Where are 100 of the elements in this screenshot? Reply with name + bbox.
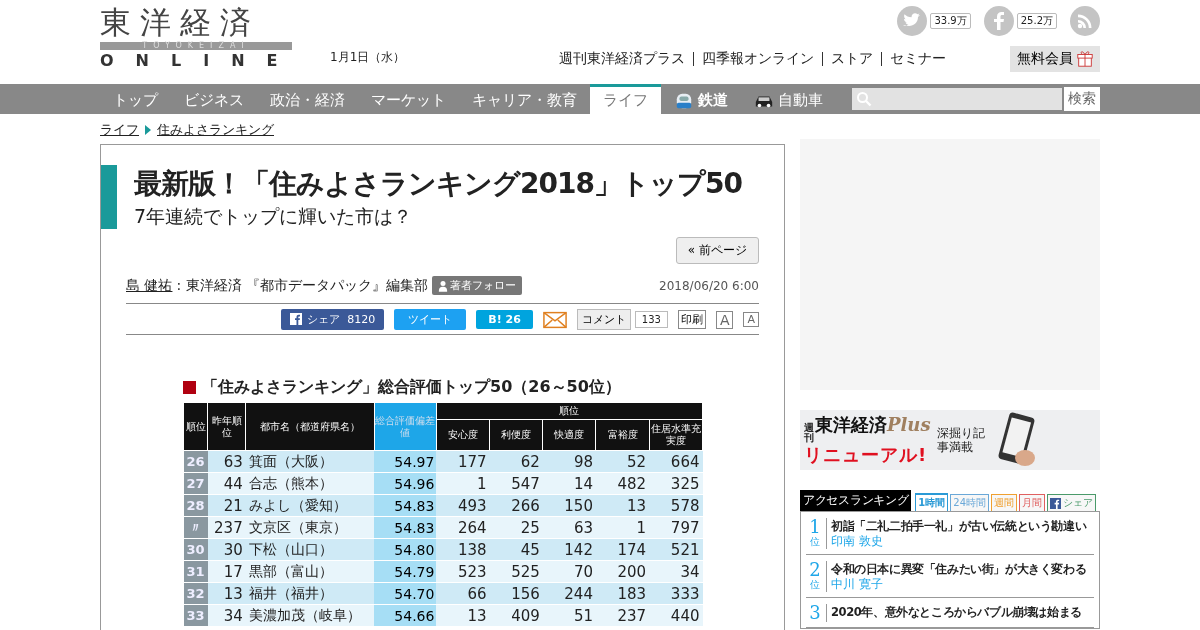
facebook-share-button[interactable]: シェア 8120 <box>281 309 385 330</box>
ranking-tab[interactable]: 1時間 <box>915 493 949 511</box>
train-icon <box>674 91 694 110</box>
site-logo[interactable]: 東洋経済 TOYOKEIZAI ONLINE <box>100 4 292 84</box>
nav-tab[interactable]: 鉄道 <box>661 84 741 114</box>
table-cell: 797 <box>649 516 703 539</box>
column-header: 順位 <box>183 402 208 451</box>
current-date: 1月1日（水） <box>330 49 406 66</box>
facebook-icon[interactable] <box>983 6 1014 36</box>
nav-tab[interactable]: マーケット <box>358 84 459 114</box>
follow-button[interactable]: 著者フォロー <box>432 276 523 295</box>
article-title: 最新版！「住みよさランキング2018」トップ50 <box>134 166 742 202</box>
column-header: 富裕度 <box>595 419 650 451</box>
table-cell: 30 <box>183 538 208 561</box>
table-cell: 578 <box>649 494 703 517</box>
search-button[interactable]: 検索 <box>1064 87 1100 111</box>
search-icon <box>856 91 872 107</box>
table-cell: 1 <box>436 472 490 495</box>
table-cell: 27 <box>183 472 208 495</box>
person-icon <box>438 279 449 292</box>
table-cell: 440 <box>649 604 703 627</box>
nav-tab[interactable]: トップ <box>100 84 171 114</box>
column-header: 都市名（都道府県名） <box>245 402 375 451</box>
rank-number: 2 位 <box>806 561 827 592</box>
comment-count: 133 <box>634 311 668 328</box>
previous-page-button[interactable]: « 前ページ <box>675 237 759 264</box>
ranking-title: アクセスランキング <box>800 490 912 511</box>
square-icon <box>183 381 196 394</box>
author-affiliation: : 東洋経済 『都市データパック』編集部 <box>176 276 429 295</box>
table-cell: 523 <box>436 560 490 583</box>
column-header: 総合評価偏差値 <box>374 402 437 451</box>
table-cell: 54.96 <box>374 472 437 495</box>
table-cell: 177 <box>436 450 490 473</box>
facebook-icon <box>1050 497 1061 509</box>
ranking-article-link[interactable]: 2020年、意外なところからバブル崩壊は始まる <box>831 604 1082 620</box>
font-size-button[interactable]: A <box>715 310 734 329</box>
ranking-tab[interactable]: シェア <box>1047 494 1096 511</box>
column-header: 昨年順位 <box>207 402 246 451</box>
header-link[interactable]: 週刊東洋経済プラス <box>551 50 693 68</box>
rank-number: 3 <box>806 604 827 622</box>
article-subtitle: 7年連続でトップに輝いた市は？ <box>134 204 414 229</box>
table-cell: 66 <box>436 582 490 605</box>
table-cell: 31 <box>183 560 208 583</box>
facebook-icon <box>290 313 303 325</box>
author-link[interactable]: 島 健祐 <box>126 276 173 295</box>
ranking-article-link[interactable]: 令和の日本に異変「住みたい街」が大きく変わる <box>831 561 1087 577</box>
publish-date: 2018/06/20 6:00 <box>659 278 759 293</box>
table-cell: 493 <box>436 494 490 517</box>
table-cell: 264 <box>436 516 490 539</box>
search-field[interactable] <box>852 88 1062 110</box>
header-link[interactable]: セミナー <box>882 50 954 68</box>
ranking-tab[interactable]: 月間 <box>1019 494 1045 511</box>
column-header: 利便度 <box>489 419 543 451</box>
column-header: 快適度 <box>542 419 596 451</box>
accent-bar <box>101 165 117 229</box>
nav-tab[interactable]: ライフ <box>590 84 661 114</box>
table-cell: 664 <box>649 450 703 473</box>
font-size-button[interactable]: A <box>743 312 759 327</box>
nav-tab[interactable]: ビジネス <box>171 84 257 114</box>
table-cell: 521 <box>649 538 703 561</box>
table-cell: 325 <box>649 472 703 495</box>
bird-icon[interactable] <box>897 6 928 36</box>
table-cell: 54.70 <box>374 582 437 605</box>
table-cell: 28 <box>183 494 208 517</box>
rank-number: 1 位 <box>806 518 827 549</box>
table-cell: 54.80 <box>374 538 437 561</box>
table-cell: 333 <box>649 582 703 605</box>
figure-title: 「住みよさランキング」総合評価トップ50（26～50位） <box>202 377 621 398</box>
table-cell: 54.97 <box>374 450 437 473</box>
arrow-icon <box>145 125 151 135</box>
ranking-article-link[interactable]: 初詣「二礼二拍手一礼」が古い伝統という勘違い <box>831 518 1087 534</box>
header-link[interactable]: ストア <box>823 50 881 68</box>
column-header: 住居水準充実度 <box>649 419 703 451</box>
member-button[interactable]: 無料会員 <box>1010 46 1100 72</box>
table-cell: 13 <box>436 604 490 627</box>
comment-button[interactable]: コメント <box>576 309 631 330</box>
table-cell: 〃 <box>183 516 208 539</box>
table-cell: 33 <box>183 604 208 627</box>
table-cell: 54.79 <box>374 560 437 583</box>
table-cell: 54.66 <box>374 604 437 627</box>
table-cell: 32 <box>183 582 208 605</box>
follower-count: 25.2万 <box>1016 13 1057 29</box>
nav-tab[interactable]: 政治・経済 <box>257 84 358 114</box>
nav-tab[interactable]: 自動車 <box>741 84 836 114</box>
nav-tab[interactable]: キャリア・教育 <box>459 84 590 114</box>
breadcrumb-link[interactable]: 住みよさランキング <box>157 121 274 139</box>
breadcrumb-link[interactable]: ライフ <box>100 121 139 139</box>
table-cell: 26 <box>183 450 208 473</box>
table-cell: 54.83 <box>374 516 437 539</box>
table-cell: 54.83 <box>374 494 437 517</box>
follower-count: 33.9万 <box>930 13 971 29</box>
print-button[interactable]: 印刷 <box>677 310 706 329</box>
column-header: 順位 <box>436 402 703 420</box>
table-cell: 138 <box>436 538 490 561</box>
rss-icon[interactable] <box>1070 6 1100 36</box>
column-header: 安心度 <box>436 419 490 451</box>
header-link[interactable]: 四季報オンライン <box>694 50 822 68</box>
gift-icon <box>1076 50 1094 68</box>
mail-icon[interactable] <box>542 310 567 329</box>
table-cell: 34 <box>649 560 703 583</box>
